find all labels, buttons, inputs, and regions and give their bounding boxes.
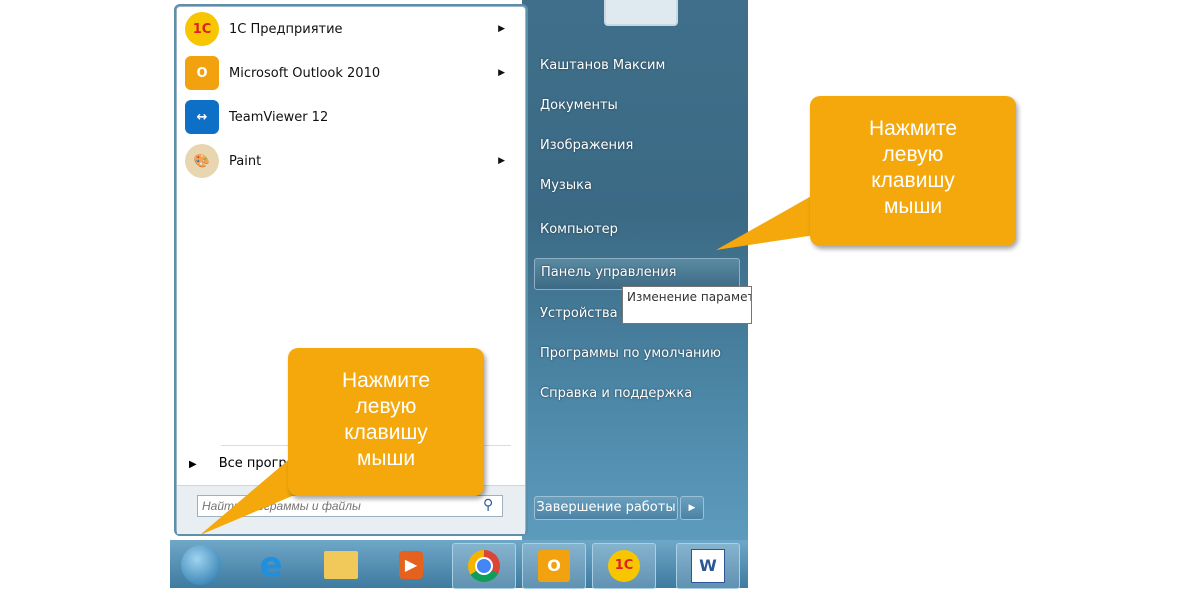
callout-line: мыши: [883, 195, 943, 218]
callout-line: клавишу: [344, 421, 428, 444]
callout-line: Нажмите: [341, 369, 431, 392]
callout-line: клавишу: [871, 169, 955, 192]
callout-pointers: [200, 190, 822, 535]
callout-pointer-top: [716, 190, 822, 250]
callout-line: мыши: [356, 447, 416, 470]
callout-line: левую: [355, 395, 417, 418]
callout-line: левую: [882, 143, 944, 166]
hint-callout-start: Нажмите левую клавишу мыши: [288, 348, 484, 496]
hint-callout-control-panel: Нажмите левую клавишу мыши: [810, 96, 1016, 246]
callout-line: Нажмите: [868, 117, 958, 140]
